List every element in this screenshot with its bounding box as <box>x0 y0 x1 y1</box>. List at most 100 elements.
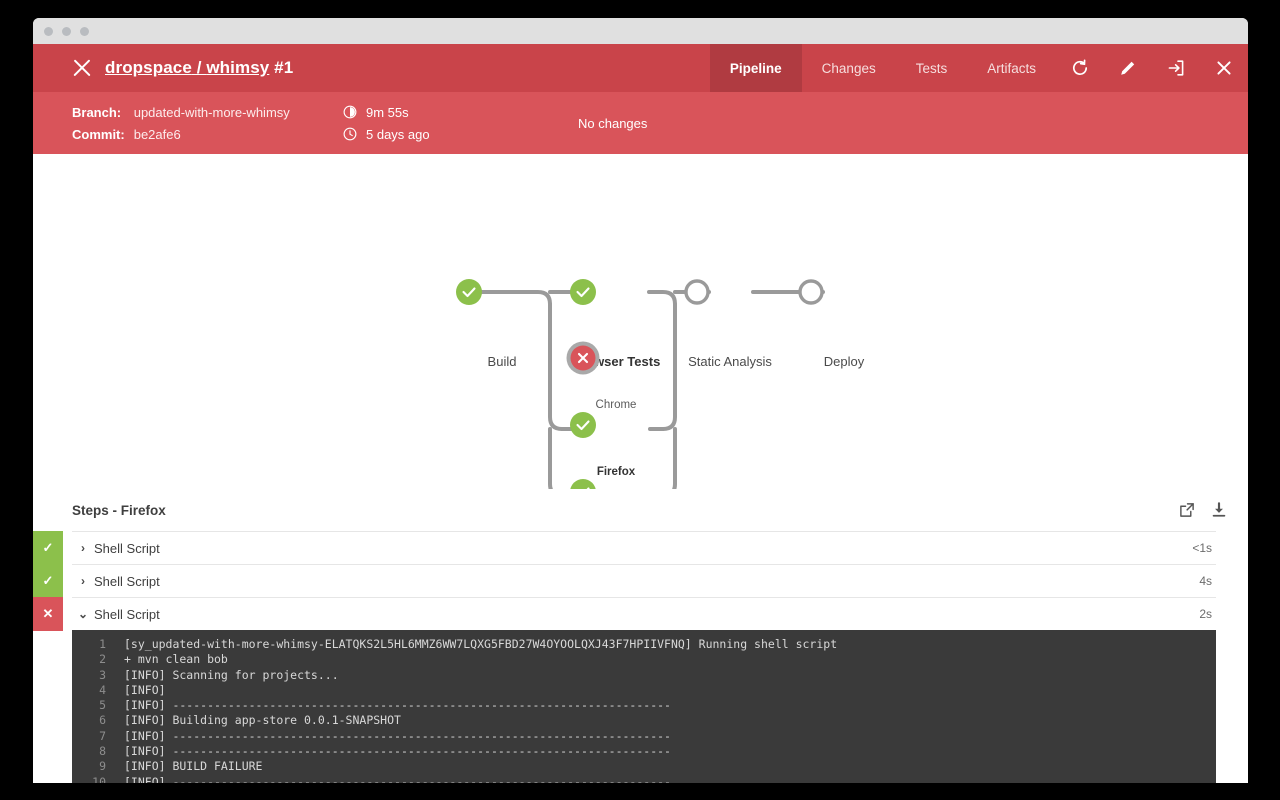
log-line: 8[INFO] --------------------------------… <box>72 744 1216 759</box>
log-line-text: [INFO] <box>124 683 1216 698</box>
download-icon[interactable] <box>1210 501 1228 519</box>
log-line-number: 5 <box>72 698 124 713</box>
header-left: dropspace / whimsy #1 <box>33 58 293 78</box>
node-label-firefox: Firefox <box>597 466 635 478</box>
step-name: Shell Script <box>94 574 160 589</box>
log-line-number: 1 <box>72 637 124 652</box>
pipeline-nodes <box>33 154 1248 489</box>
tab-tests[interactable]: Tests <box>896 44 968 92</box>
log-line-text: [sy_updated-with-more-whimsy-ELATQKS2L5H… <box>124 637 1216 652</box>
desktop-background: dropspace / whimsy #1 Pipeline Changes T… <box>0 0 1280 800</box>
node-chrome <box>570 279 596 305</box>
log-line-number: 6 <box>72 713 124 728</box>
log-line-text: + mvn clean bob <box>124 652 1216 667</box>
build-number: #1 <box>274 58 293 77</box>
log-line-text: [INFO] ---------------------------------… <box>124 744 1216 759</box>
console-output[interactable]: 1[sy_updated-with-more-whimsy-ELATQKS2L5… <box>72 630 1216 783</box>
go-to-classic-icon[interactable] <box>1152 44 1200 92</box>
log-line-number: 9 <box>72 759 124 774</box>
log-line: 6[INFO] Building app-store 0.0.1-SNAPSHO… <box>72 713 1216 728</box>
branch-value: updated-with-more-whimsy <box>134 105 290 120</box>
breadcrumb-repo[interactable]: whimsy <box>206 58 269 77</box>
tab-changes[interactable]: Changes <box>802 44 896 92</box>
close-window-icon[interactable] <box>1200 44 1248 92</box>
log-line: 7[INFO] --------------------------------… <box>72 729 1216 744</box>
step-name: Shell Script <box>94 607 160 622</box>
step-duration: 2s <box>1199 607 1216 621</box>
breadcrumb-org[interactable]: dropspace <box>105 58 192 77</box>
log-line-number: 4 <box>72 683 124 698</box>
pipeline-graph: Build Browser Tests Static Analysis Depl… <box>33 154 1248 489</box>
window-maximize-dot[interactable] <box>80 27 89 36</box>
step-duration: <1s <box>1192 541 1216 555</box>
chevron-right-icon[interactable]: › <box>72 574 94 588</box>
elapsed-row: 5 days ago <box>343 127 430 142</box>
log-line: 10[INFO] -------------------------------… <box>72 775 1216 783</box>
log-line: 9[INFO] BUILD FAILURE <box>72 759 1216 774</box>
branch-label: Branch: <box>72 105 125 120</box>
node-build <box>456 279 482 305</box>
node-safari <box>570 479 596 489</box>
open-external-icon[interactable] <box>1178 501 1196 519</box>
log-line-text: [INFO] BUILD FAILURE <box>124 759 1216 774</box>
node-deploy <box>800 281 822 303</box>
log-line-text: [INFO] ---------------------------------… <box>124 698 1216 713</box>
chevron-right-icon[interactable]: › <box>72 541 94 555</box>
build-info-bar: Branch: updated-with-more-whimsy Commit:… <box>33 92 1248 154</box>
log-line-text: [INFO] Building app-store 0.0.1-SNAPSHOT <box>124 713 1216 728</box>
node-static-analysis <box>686 281 708 303</box>
edit-pencil-icon[interactable] <box>1104 44 1152 92</box>
log-line-number: 7 <box>72 729 124 744</box>
tab-pipeline[interactable]: Pipeline <box>710 44 802 92</box>
step-duration: 4s <box>1199 574 1216 588</box>
node-internet-explorer <box>570 412 596 438</box>
node-firefox <box>567 342 600 375</box>
breadcrumb-separator: / <box>192 58 206 77</box>
node-label-chrome: Chrome <box>596 399 637 411</box>
table-row[interactable]: ✓ › Shell Script <1s <box>72 531 1216 564</box>
window-close-dot[interactable] <box>44 27 53 36</box>
header-nav: Pipeline Changes Tests Artifacts <box>710 44 1248 92</box>
browser-window: dropspace / whimsy #1 Pipeline Changes T… <box>33 18 1248 783</box>
log-line-text: [INFO] Scanning for projects... <box>124 668 1216 683</box>
steps-list: ✓ › Shell Script <1s ✓ › Shell Script 4s… <box>33 531 1248 630</box>
log-line-number: 10 <box>72 775 124 783</box>
log-line-text: [INFO] ---------------------------------… <box>124 775 1216 783</box>
close-icon[interactable] <box>72 59 91 78</box>
log-line: 3[INFO] Scanning for projects... <box>72 668 1216 683</box>
clock-icon <box>343 127 357 141</box>
rerun-icon[interactable] <box>1056 44 1104 92</box>
tab-artifacts[interactable]: Artifacts <box>967 44 1056 92</box>
table-row[interactable]: ✓ › Shell Script 4s <box>72 564 1216 597</box>
log-line: 1[sy_updated-with-more-whimsy-ELATQKS2L5… <box>72 637 1216 652</box>
build-meta: Branch: updated-with-more-whimsy Commit:… <box>72 105 290 142</box>
log-line-number: 2 <box>72 652 124 667</box>
commit-value[interactable]: be2afe6 <box>134 127 290 142</box>
breadcrumb: dropspace / whimsy #1 <box>105 58 293 78</box>
log-line: 4[INFO] <box>72 683 1216 698</box>
log-line-number: 3 <box>72 668 124 683</box>
app-header: dropspace / whimsy #1 Pipeline Changes T… <box>33 44 1248 92</box>
changes-summary: No changes <box>578 92 647 154</box>
status-badge: ✓ <box>33 531 63 565</box>
window-titlebar <box>33 18 1248 44</box>
log-line: 5[INFO] --------------------------------… <box>72 698 1216 713</box>
status-badge: ✓ <box>33 564 63 598</box>
log-line-number: 8 <box>72 744 124 759</box>
duration-icon <box>343 105 357 119</box>
steps-actions <box>1178 501 1228 519</box>
elapsed-value: 5 days ago <box>366 127 430 142</box>
table-row[interactable]: ✕ ⌄ Shell Script 2s <box>72 597 1216 630</box>
commit-label: Commit: <box>72 127 125 142</box>
chevron-down-icon[interactable]: ⌄ <box>72 607 94 621</box>
log-line-text: [INFO] ---------------------------------… <box>124 729 1216 744</box>
log-line: 2+ mvn clean bob <box>72 652 1216 667</box>
steps-title: Steps - Firefox <box>72 503 166 518</box>
duration-value: 9m 55s <box>366 105 409 120</box>
step-name: Shell Script <box>94 541 160 556</box>
build-timing: 9m 55s 5 days ago <box>343 92 430 154</box>
steps-header: Steps - Firefox <box>33 489 1248 531</box>
window-minimize-dot[interactable] <box>62 27 71 36</box>
status-badge: ✕ <box>33 597 63 631</box>
duration-row: 9m 55s <box>343 105 430 120</box>
